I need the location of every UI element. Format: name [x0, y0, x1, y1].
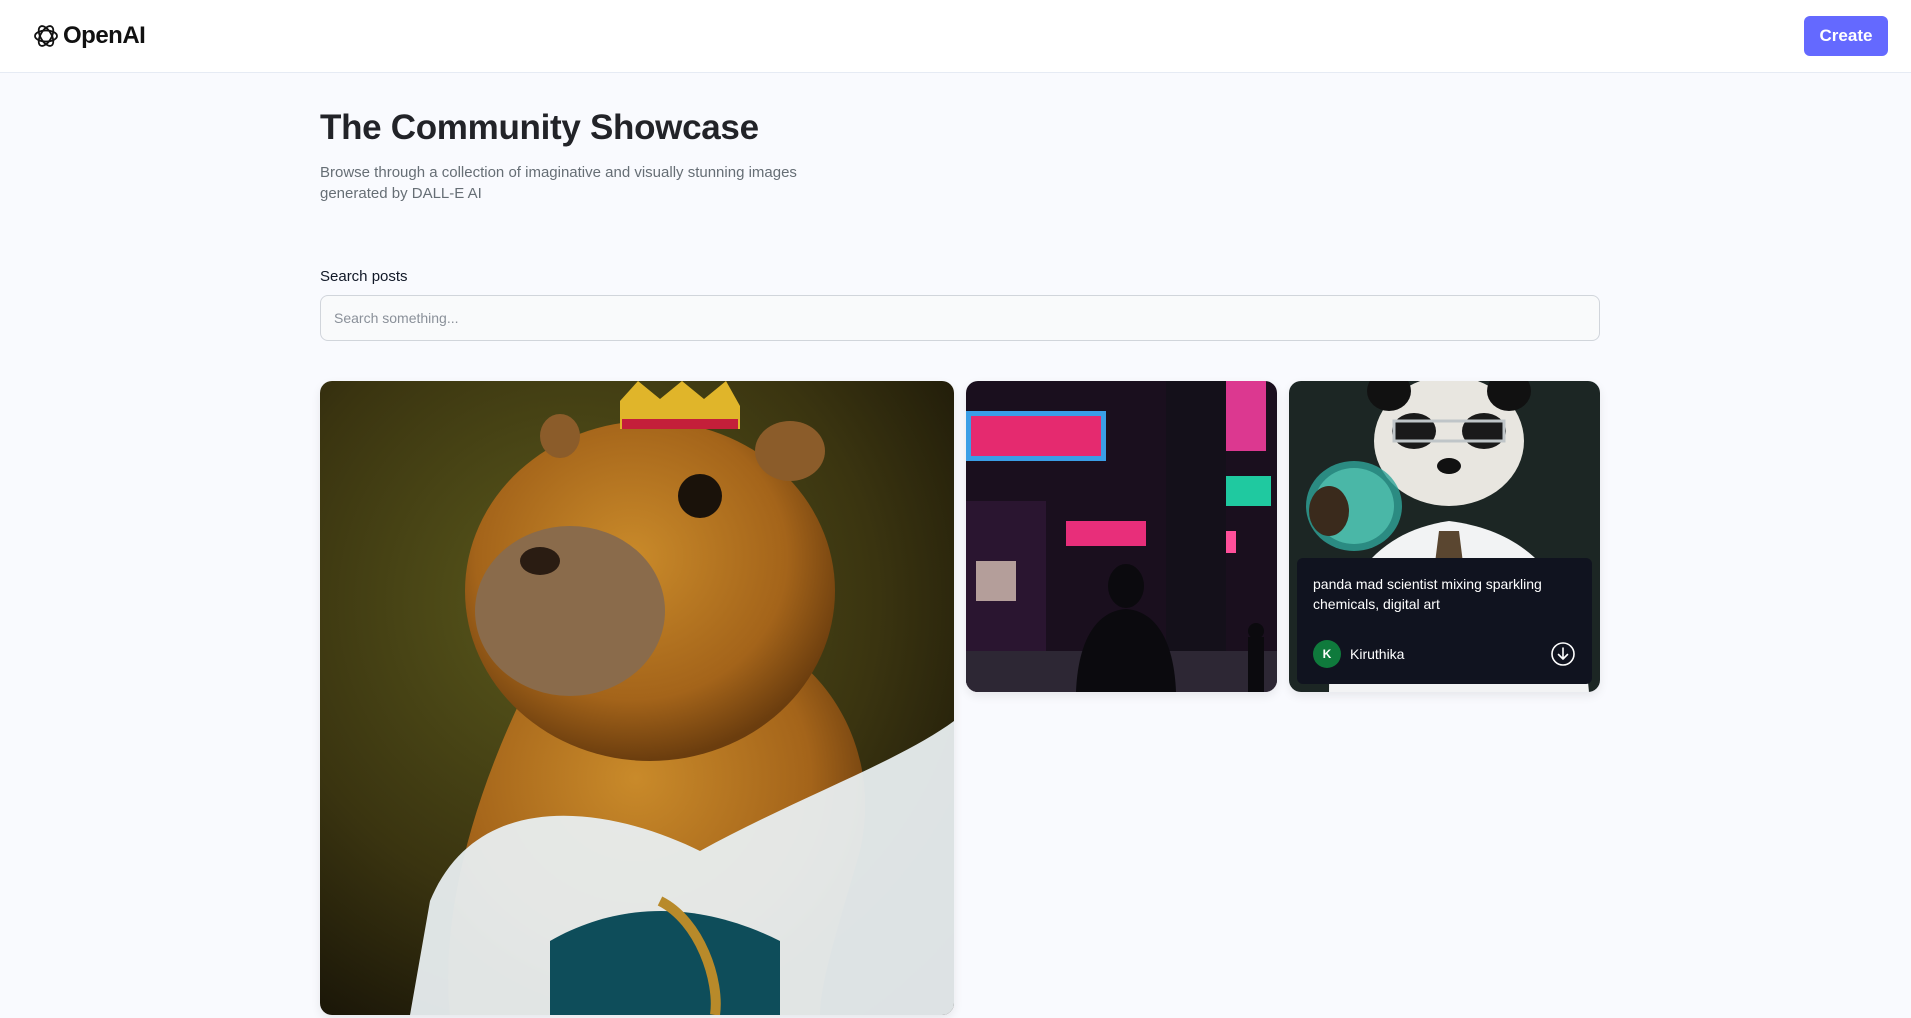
post-card-panda[interactable]: panda mad scientist mixing sparkling che…: [1289, 381, 1600, 692]
post-footer: K Kiruthika: [1313, 640, 1576, 668]
page-subtitle: Browse through a collection of imaginati…: [320, 164, 797, 202]
openai-logo[interactable]: OpenAI: [31, 21, 146, 51]
post-overlay: panda mad scientist mixing sparkling che…: [1297, 558, 1592, 684]
post-author: K Kiruthika: [1313, 640, 1404, 668]
openai-logo-icon: [34, 25, 58, 47]
create-button[interactable]: Create: [1804, 16, 1888, 56]
avatar: K: [1313, 640, 1341, 668]
page-title: The Community Showcase: [320, 108, 759, 147]
search-input[interactable]: [320, 295, 1600, 341]
search-label: Search posts: [320, 268, 408, 285]
download-icon[interactable]: [1550, 641, 1576, 667]
neon-street-image: [966, 381, 1277, 692]
capybara-king-image: [320, 381, 954, 1015]
post-card-capybara[interactable]: [320, 381, 954, 1015]
post-card-neon-street[interactable]: [966, 381, 1277, 692]
top-nav: OpenAI Create: [0, 0, 1911, 73]
brand-name: OpenAI: [63, 22, 146, 49]
post-prompt: panda mad scientist mixing sparkling che…: [1313, 576, 1542, 612]
author-name: Kiruthika: [1350, 646, 1405, 662]
